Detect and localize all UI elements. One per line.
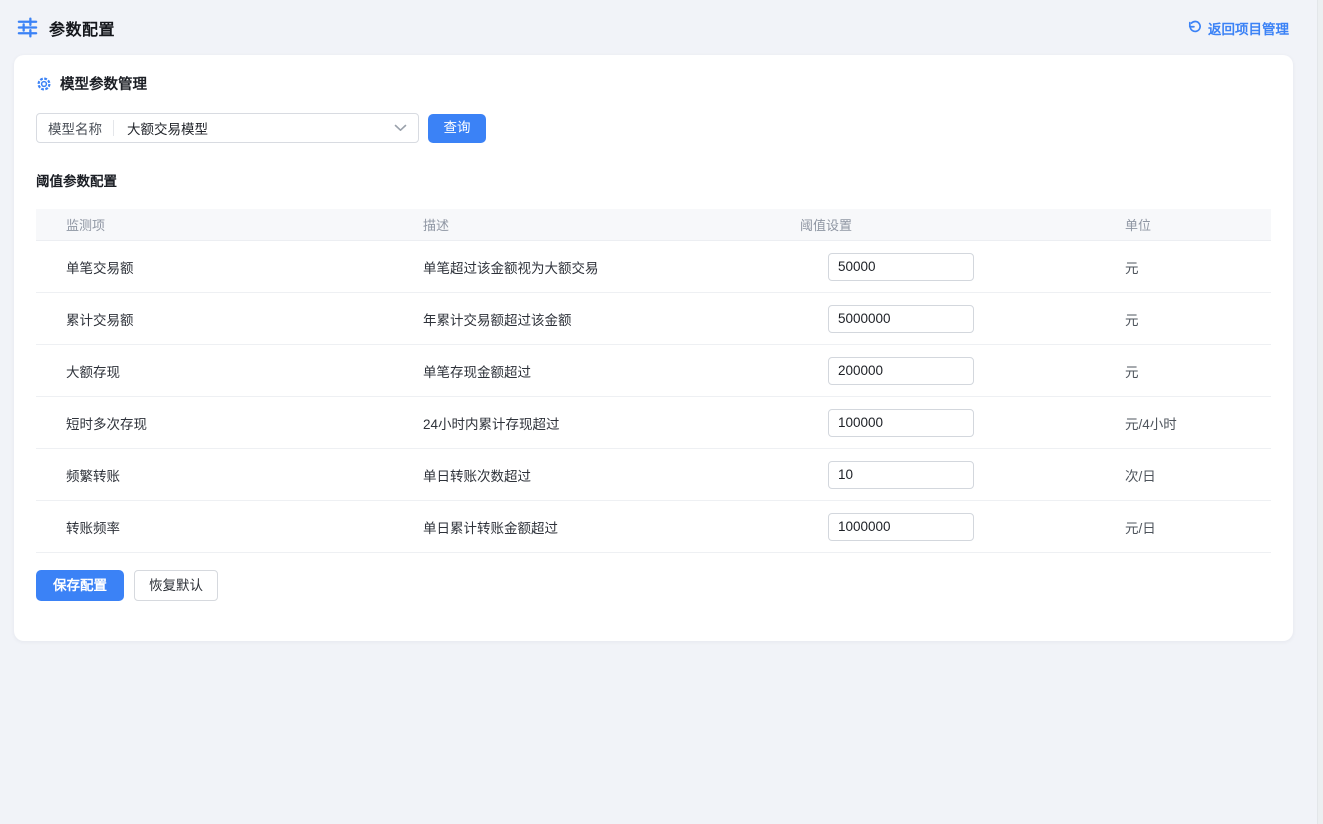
table-row: 累计交易额 年累计交易额超过该金额 元 <box>36 293 1271 345</box>
row-threshold-cell <box>800 357 1125 385</box>
page-header: 参数配置 返回项目管理 <box>0 0 1323 55</box>
row-item: 单笔交易额 <box>36 257 423 277</box>
undo-icon <box>1187 20 1202 35</box>
threshold-table: 监测项 描述 阈值设置 单位 单笔交易额 单笔超过该金额视为大额交易 元 累计交… <box>36 209 1271 553</box>
row-desc: 年累计交易额超过该金额 <box>423 309 800 329</box>
threshold-input[interactable] <box>828 409 974 437</box>
row-threshold-cell <box>800 461 1125 489</box>
row-desc: 单日累计转账金额超过 <box>423 517 800 537</box>
row-threshold-cell <box>800 305 1125 333</box>
row-item: 频繁转账 <box>36 465 423 485</box>
model-name-select[interactable]: 模型名称 大额交易模型 <box>36 113 419 143</box>
row-desc: 单日转账次数超过 <box>423 465 800 485</box>
row-unit: 元/日 <box>1125 517 1271 537</box>
table-row: 短时多次存现 24小时内累计存现超过 元/4小时 <box>36 397 1271 449</box>
row-unit: 次/日 <box>1125 465 1271 485</box>
restore-default-button[interactable]: 恢复默认 <box>134 570 218 601</box>
col-header-threshold: 阈值设置 <box>800 215 1125 234</box>
row-unit: 元 <box>1125 309 1271 329</box>
row-desc: 单笔存现金额超过 <box>423 361 800 381</box>
table-row: 大额存现 单笔存现金额超过 元 <box>36 345 1271 397</box>
model-param-card: 模型参数管理 模型名称 大额交易模型 查询 阈值参数配置 监测项 描述 阈值设置… <box>14 55 1293 641</box>
back-link-label: 返回项目管理 <box>1208 18 1289 38</box>
row-unit: 元 <box>1125 257 1271 277</box>
threshold-input[interactable] <box>828 357 974 385</box>
col-header-item: 监测项 <box>36 215 423 234</box>
threshold-input[interactable] <box>828 461 974 489</box>
row-threshold-cell <box>800 253 1125 281</box>
actions-row: 保存配置 恢复默认 <box>36 570 1271 601</box>
row-item: 大额存现 <box>36 361 423 381</box>
row-item: 短时多次存现 <box>36 413 423 433</box>
back-to-project-link[interactable]: 返回项目管理 <box>1187 18 1289 38</box>
row-item: 转账频率 <box>36 517 423 537</box>
row-unit: 元 <box>1125 361 1271 381</box>
threshold-input[interactable] <box>828 513 974 541</box>
filter-row: 模型名称 大额交易模型 查询 <box>36 113 1271 143</box>
page-title: 参数配置 <box>49 16 115 40</box>
select-value: 大额交易模型 <box>114 118 208 138</box>
row-unit: 元/4小时 <box>1125 413 1271 433</box>
row-threshold-cell <box>800 513 1125 541</box>
row-desc: 单笔超过该金额视为大额交易 <box>423 257 800 277</box>
card-title: 模型参数管理 <box>60 73 147 94</box>
threshold-input[interactable] <box>828 253 974 281</box>
row-threshold-cell <box>800 409 1125 437</box>
row-desc: 24小时内累计存现超过 <box>423 413 800 433</box>
table-header-row: 监测项 描述 阈值设置 单位 <box>36 209 1271 241</box>
query-button[interactable]: 查询 <box>428 114 486 143</box>
table-row: 单笔交易额 单笔超过该金额视为大额交易 元 <box>36 241 1271 293</box>
table-row: 转账频率 单日累计转账金额超过 元/日 <box>36 501 1271 553</box>
col-header-unit: 单位 <box>1125 215 1271 234</box>
table-title: 阈值参数配置 <box>36 170 1271 190</box>
table-row: 频繁转账 单日转账次数超过 次/日 <box>36 449 1271 501</box>
gear-icon <box>36 76 52 92</box>
row-item: 累计交易额 <box>36 309 423 329</box>
chevron-down-icon <box>394 124 407 132</box>
card-title-row: 模型参数管理 <box>36 73 1271 94</box>
scrollbar-track[interactable] <box>1317 0 1323 824</box>
sliders-icon <box>16 16 39 39</box>
col-header-desc: 描述 <box>423 215 800 234</box>
select-label: 模型名称 <box>37 118 113 138</box>
threshold-input[interactable] <box>828 305 974 333</box>
save-config-button[interactable]: 保存配置 <box>36 570 124 601</box>
